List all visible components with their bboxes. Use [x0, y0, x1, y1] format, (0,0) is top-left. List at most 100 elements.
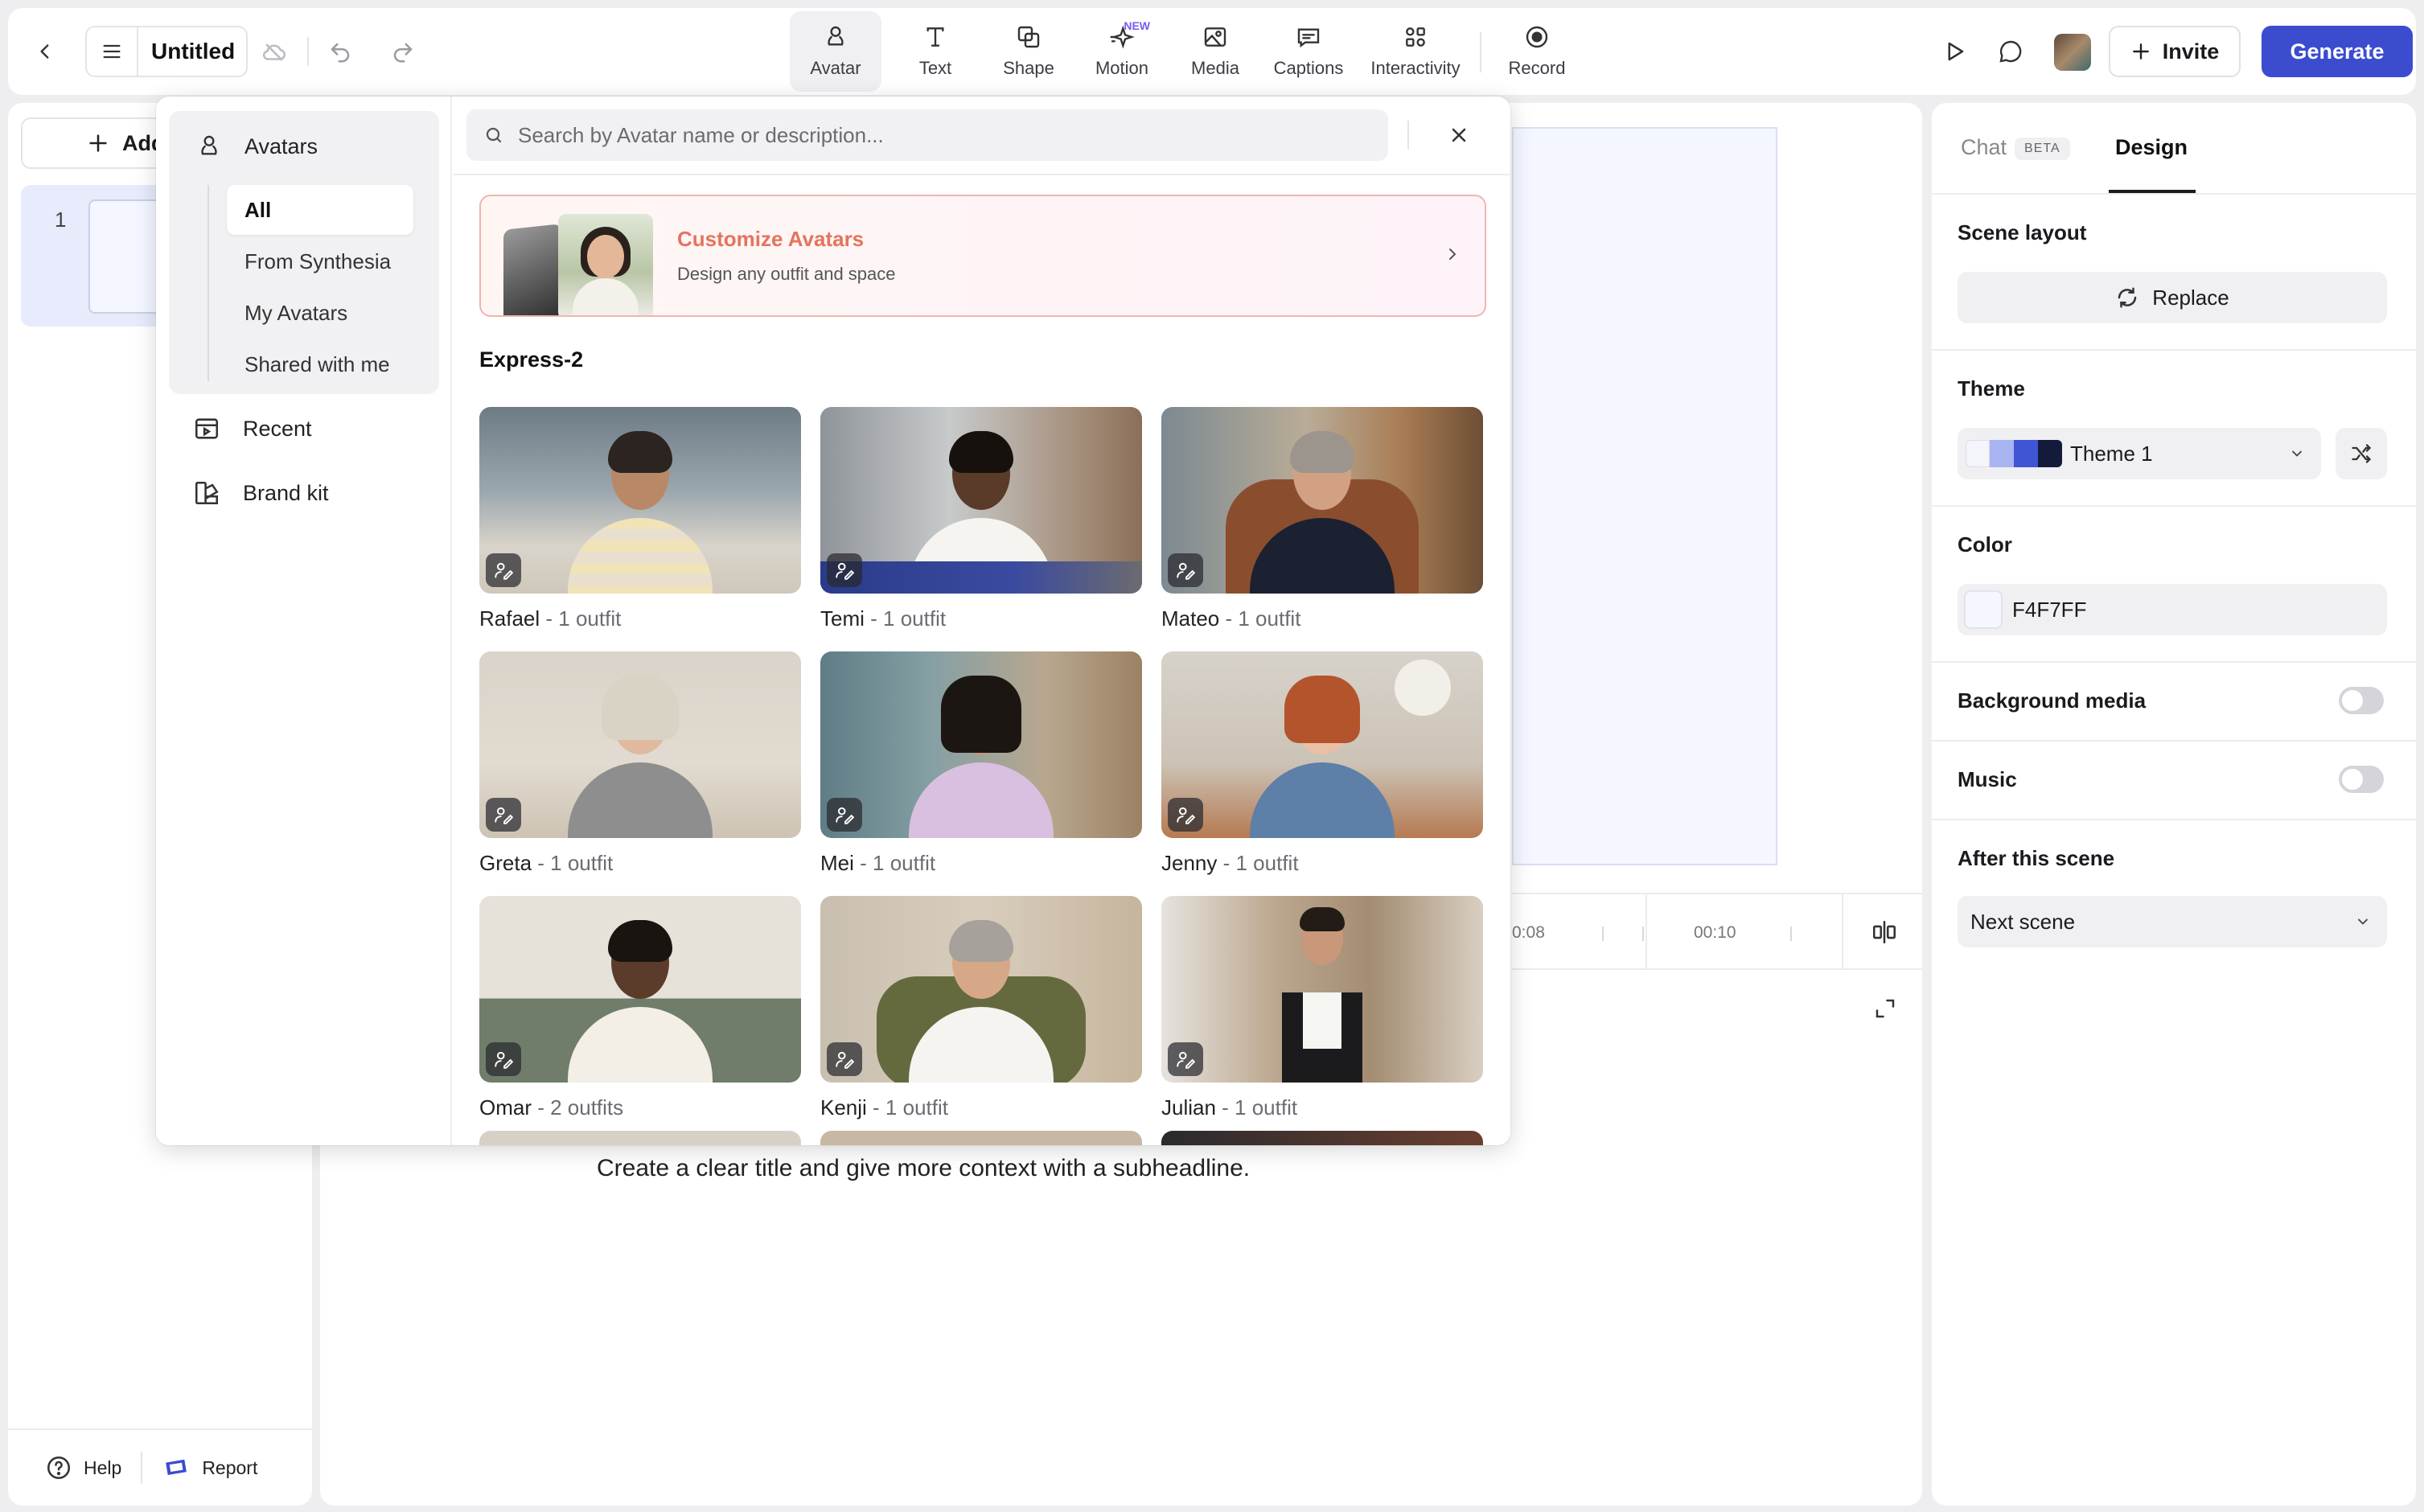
chevron-down-icon — [2292, 450, 2302, 457]
design-panel: Chat BETA Design Scene layout Replace The… — [1932, 103, 2416, 1506]
search-input[interactable] — [518, 122, 1322, 148]
report-button[interactable]: Report — [162, 1456, 257, 1480]
avatar-card[interactable]: Julian - 1 outfit — [1161, 896, 1483, 1120]
customize-avatar-icon[interactable] — [1168, 1042, 1203, 1076]
customize-avatar-icon[interactable] — [827, 1042, 862, 1076]
project-title[interactable]: Untitled — [138, 39, 235, 64]
avatar-photo[interactable] — [820, 896, 1142, 1083]
subcategory-from-synthesia[interactable]: From Synthesia — [227, 236, 413, 286]
tool-record[interactable]: Record — [1491, 11, 1583, 92]
cloud-sync-icon — [257, 35, 291, 69]
shuffle-theme-button[interactable] — [2336, 428, 2387, 479]
record-icon — [1526, 26, 1548, 48]
avatar-photo[interactable] — [479, 896, 801, 1083]
avatar-card-partial[interactable] — [479, 1131, 801, 1145]
avatar-outfits: - 1 outfit — [1215, 1095, 1298, 1120]
tool-shape[interactable]: Shape — [983, 11, 1074, 92]
subcategory-all[interactable]: All — [227, 185, 413, 235]
avatar-outfits: - 1 outfit — [853, 851, 936, 875]
invite-button[interactable]: Invite — [2109, 26, 2241, 77]
subcategory-shared[interactable]: Shared with me — [227, 339, 413, 389]
background-media-toggle[interactable] — [2339, 687, 2384, 714]
customize-avatar-icon[interactable] — [1168, 798, 1203, 832]
refresh-icon — [2118, 287, 2137, 308]
tab-design[interactable]: Design — [2115, 135, 2188, 160]
avatar-card-partial[interactable] — [820, 1131, 1142, 1145]
tool-text[interactable]: Text — [889, 11, 981, 92]
customize-avatar-icon[interactable] — [1168, 553, 1203, 587]
tool-avatar[interactable]: Avatar — [790, 11, 881, 92]
undo-icon[interactable] — [323, 35, 357, 69]
comment-icon[interactable] — [1993, 34, 2028, 69]
banner-image-camera — [503, 224, 561, 315]
avatar-card-partial[interactable] — [1161, 1131, 1483, 1145]
media-icon — [1204, 27, 1226, 47]
avatar-outfits: - 1 outfit — [864, 606, 947, 631]
help-button[interactable]: Help — [45, 1454, 121, 1481]
avatar-card[interactable]: Mateo - 1 outfit — [1161, 407, 1483, 631]
theme-value: Theme 1 — [2070, 441, 2153, 466]
theme-select[interactable]: Theme 1 — [1958, 428, 2321, 479]
customize-avatar-icon[interactable] — [827, 798, 862, 832]
scene-number: 1 — [55, 207, 67, 232]
avatar-photo[interactable] — [1161, 651, 1483, 838]
customize-avatar-icon[interactable] — [486, 1042, 521, 1076]
expand-icon[interactable] — [1867, 991, 1903, 1026]
avatar-photo[interactable] — [1161, 896, 1483, 1083]
avatar-name: Omar — [479, 1095, 532, 1120]
shape-icon — [1017, 26, 1040, 48]
customize-avatar-icon[interactable] — [827, 553, 862, 587]
avatar-search[interactable] — [466, 109, 1388, 161]
scene-canvas[interactable] — [1512, 127, 1777, 865]
avatar-outfits: - 1 outfit — [1217, 851, 1299, 875]
color-value: F4F7FF — [2012, 597, 2087, 622]
nav-recent-label: Recent — [243, 416, 312, 441]
color-input[interactable]: F4F7FF — [1958, 584, 2387, 635]
nav-brand-kit[interactable]: Brand kit — [193, 479, 329, 507]
avatar-card[interactable]: Temi - 1 outfit — [820, 407, 1142, 631]
avatar-browser: Customize Avatars Design any outfit and … — [454, 97, 1510, 1145]
avatar-card[interactable]: Rafael - 1 outfit — [479, 407, 801, 631]
customize-avatar-icon[interactable] — [486, 798, 521, 832]
color-swatch[interactable] — [1964, 590, 2003, 629]
nav-recent[interactable]: Recent — [193, 415, 312, 442]
avatar-photo[interactable] — [479, 651, 801, 838]
replace-layout-button[interactable]: Replace — [1958, 272, 2387, 323]
avatar-card[interactable]: Kenji - 1 outfit — [820, 896, 1142, 1120]
back-icon[interactable] — [29, 35, 61, 68]
split-icon[interactable] — [1866, 914, 1903, 951]
tool-interactivity[interactable]: Interactivity — [1366, 11, 1465, 92]
avatar-photo[interactable] — [1161, 407, 1483, 594]
tab-chat[interactable]: Chat BETA — [1961, 135, 2070, 160]
avatars-category-header[interactable]: Avatars — [196, 134, 318, 159]
generate-button[interactable]: Generate — [2262, 26, 2413, 77]
tool-media[interactable]: Media — [1169, 11, 1261, 92]
customize-avatar-icon[interactable] — [486, 553, 521, 587]
avatar-outfits: - 1 outfit — [540, 606, 622, 631]
subcategory-my-avatars[interactable]: My Avatars — [227, 288, 413, 338]
menu-icon[interactable] — [87, 27, 138, 76]
timeline[interactable]: 0:08 00:10 — [1512, 893, 1922, 970]
music-toggle[interactable] — [2339, 766, 2384, 793]
avatar-photo[interactable] — [820, 651, 1142, 838]
play-icon[interactable] — [1937, 34, 1972, 69]
tool-label: Avatar — [810, 58, 861, 78]
avatar-photo[interactable] — [820, 407, 1142, 594]
redo-icon[interactable] — [386, 35, 420, 69]
interactivity-icon — [1406, 27, 1425, 47]
avatar-card[interactable]: Mei - 1 outfit — [820, 651, 1142, 876]
tool-captions[interactable]: Captions — [1263, 11, 1354, 92]
canvas-subheadline[interactable]: Create a clear title and give more conte… — [597, 1155, 1250, 1182]
avatar-card[interactable]: Greta - 1 outfit — [479, 651, 801, 876]
user-avatar[interactable] — [2054, 34, 2091, 71]
avatar-card[interactable]: Omar - 2 outfits — [479, 896, 801, 1120]
tool-motion[interactable]: NEW Motion — [1076, 11, 1168, 92]
avatar-card[interactable]: Jenny - 1 outfit — [1161, 651, 1483, 876]
close-icon[interactable] — [1440, 116, 1478, 154]
after-scene-select[interactable]: Next scene — [1958, 896, 2387, 947]
avatar-outfits: - 1 outfit — [532, 851, 614, 875]
tool-label: Media — [1191, 58, 1239, 78]
customize-avatars-banner[interactable]: Customize Avatars Design any outfit and … — [479, 195, 1486, 317]
tool-label: Shape — [1003, 58, 1054, 78]
avatar-photo[interactable] — [479, 407, 801, 594]
